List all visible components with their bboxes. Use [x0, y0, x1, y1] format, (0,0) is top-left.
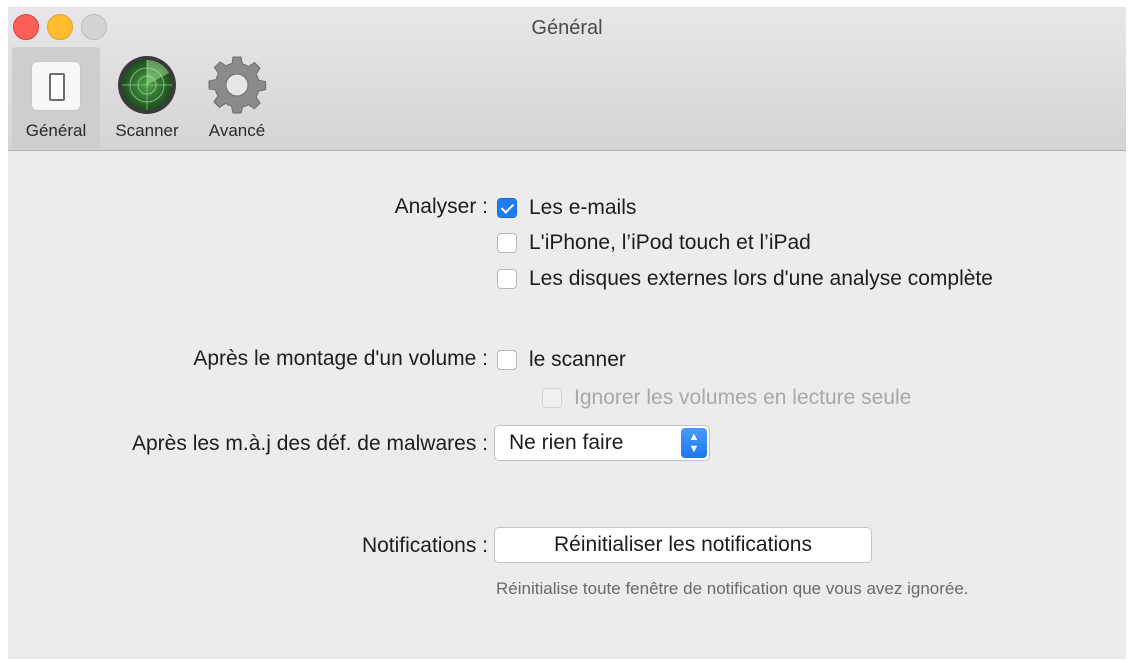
- tab-scanner-label: Scanner: [115, 121, 179, 140]
- window-title: Général: [531, 17, 603, 39]
- malware-updates-label: Après les m.à.j des déf. de malwares :: [132, 432, 488, 455]
- external-disks-checkbox[interactable]: [497, 269, 517, 289]
- emails-option[interactable]: Les e-mails: [497, 196, 636, 220]
- ios-devices-label: L'iPhone, l’iPod touch et l’iPad: [529, 231, 811, 254]
- radar-icon: [115, 53, 179, 117]
- gear-icon: [205, 53, 269, 117]
- notifications-help-text: Réinitialise toute fenêtre de notificati…: [496, 579, 969, 598]
- emails-checkbox[interactable]: [497, 198, 517, 218]
- external-disks-label: Les disques externes lors d'une analyse …: [529, 267, 993, 290]
- ios-devices-option[interactable]: L'iPhone, l’iPod touch et l’iPad: [497, 231, 811, 255]
- toolbar: Général Général Scanner Avancé: [8, 7, 1126, 151]
- preferences-window: Général Général Scanner Avancé Analyser …: [8, 7, 1126, 659]
- reset-notifications-button[interactable]: Réinitialiser les notifications: [494, 527, 872, 563]
- tab-advanced-label: Avancé: [208, 121, 266, 140]
- select-arrows-icon: ▲ ▼: [681, 428, 707, 458]
- notifications-label: Notifications :: [361, 534, 488, 557]
- tab-general-label: Général: [25, 121, 87, 140]
- analyse-label: Analyser :: [394, 195, 488, 218]
- tab-advanced[interactable]: Avancé: [194, 47, 280, 149]
- malware-updates-select[interactable]: Ne rien faire ▲ ▼: [494, 425, 710, 461]
- scan-volume-option[interactable]: le scanner: [497, 348, 626, 372]
- ignore-readonly-label: Ignorer les volumes en lecture seule: [574, 386, 912, 409]
- volume-label: Après le montage d'un volume :: [193, 347, 488, 370]
- general-switch-icon: [24, 53, 88, 117]
- tab-general[interactable]: Général: [12, 47, 100, 149]
- ignore-readonly-checkbox: [542, 388, 562, 408]
- scan-volume-checkbox[interactable]: [497, 350, 517, 370]
- tab-scanner[interactable]: Scanner: [100, 47, 194, 149]
- external-disks-option[interactable]: Les disques externes lors d'une analyse …: [497, 267, 993, 291]
- ignore-readonly-option: Ignorer les volumes en lecture seule: [542, 386, 911, 410]
- malware-updates-value: Ne rien faire: [509, 431, 624, 454]
- scan-volume-label: le scanner: [529, 348, 626, 371]
- ios-devices-checkbox[interactable]: [497, 233, 517, 253]
- emails-label: Les e-mails: [529, 196, 637, 219]
